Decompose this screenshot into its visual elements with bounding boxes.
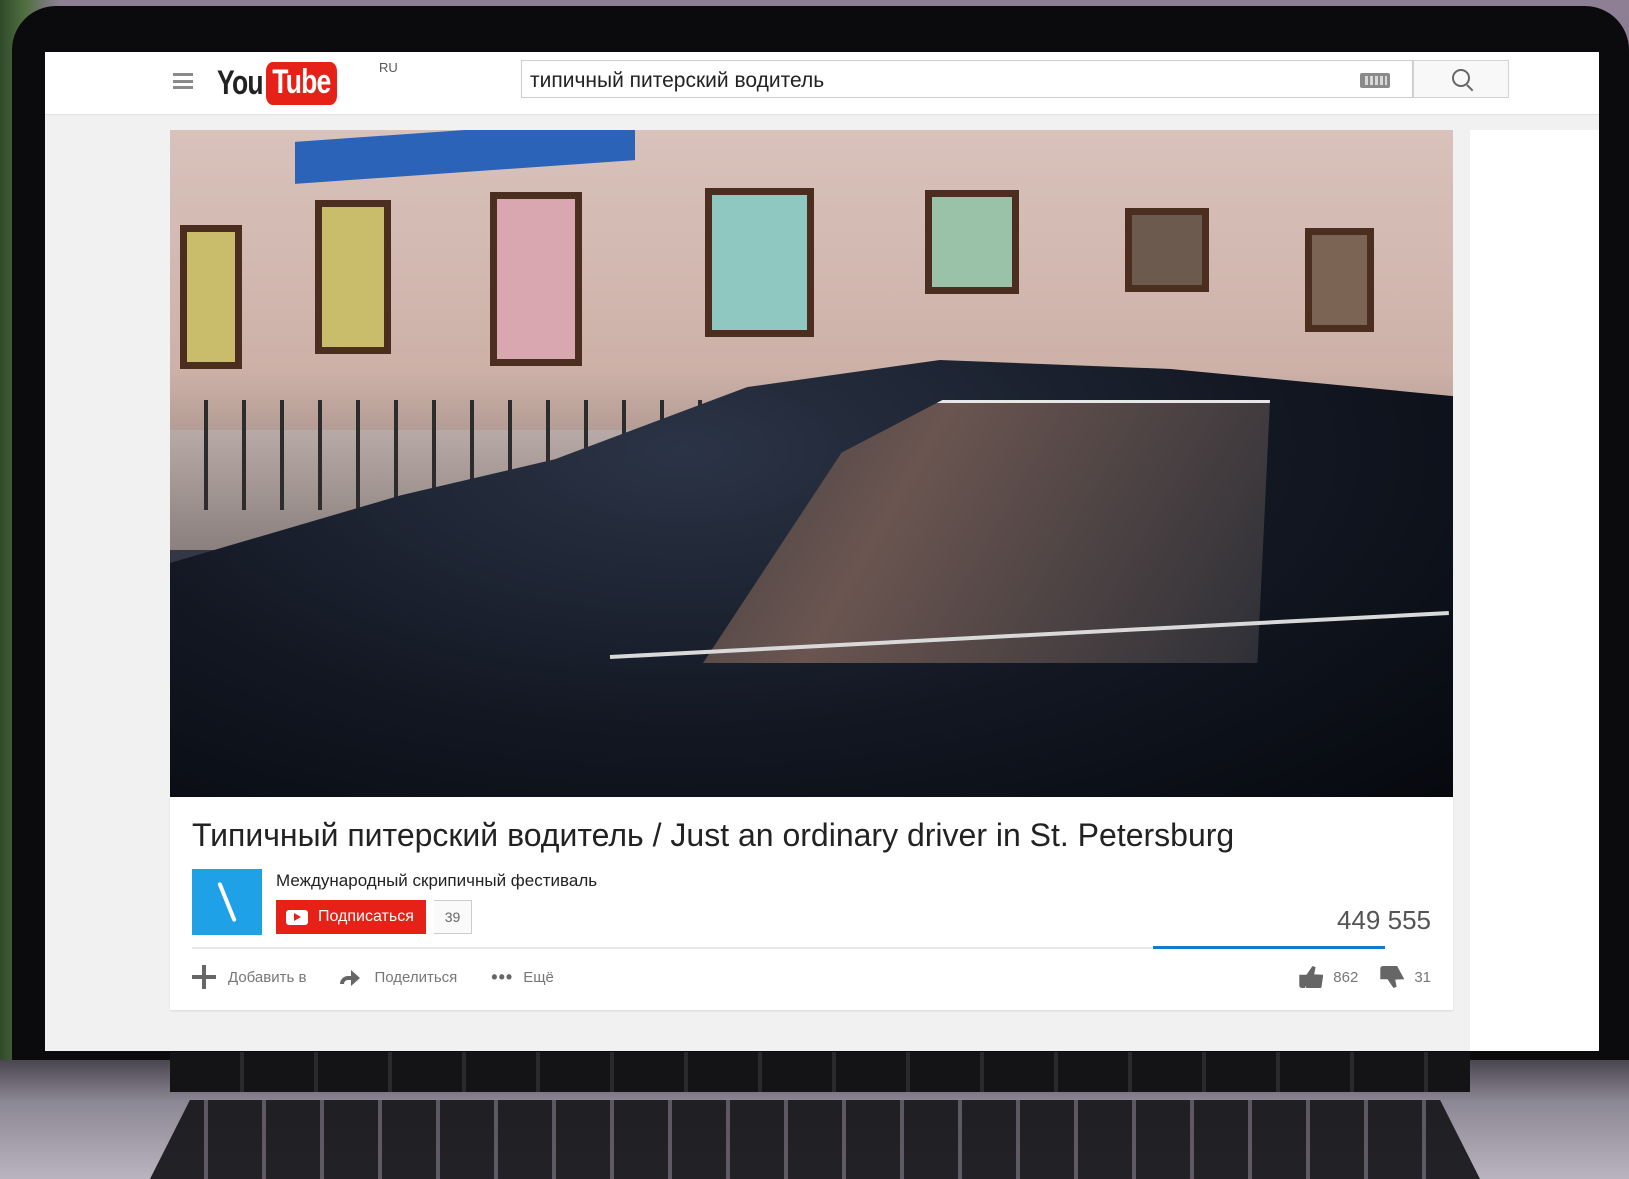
laptop-keyboard	[150, 1100, 1480, 1179]
share-icon	[340, 970, 361, 986]
browser-screen: You Tube RU Типичный питерский водитель …	[45, 52, 1599, 1051]
add-to-label: Добавить в	[228, 968, 307, 986]
thumbs-up-icon[interactable]	[1299, 966, 1324, 988]
logo-tube-text: Tube	[265, 61, 337, 105]
dislike-count: 31	[1414, 968, 1431, 986]
like-count: 862	[1333, 968, 1359, 986]
more-label: Ещё	[523, 968, 554, 986]
video-player[interactable]	[170, 130, 1453, 811]
search-box	[521, 60, 1413, 98]
video-frame-window	[180, 225, 242, 369]
keyboard-icon[interactable]	[1360, 73, 1390, 88]
video-frame-window	[315, 200, 391, 354]
sidebar-pane	[1470, 130, 1599, 1051]
share-label: Поделиться	[374, 968, 458, 986]
video-frame-window	[1125, 208, 1209, 292]
like-ratio-bar	[1153, 946, 1385, 949]
logo-you-text: You	[217, 63, 264, 102]
thumbs-down-icon[interactable]	[1380, 966, 1405, 988]
search-input[interactable]	[522, 61, 1322, 97]
search-button[interactable]	[1413, 60, 1509, 98]
video-frame-window	[1305, 228, 1374, 332]
add-to-button[interactable]: Добавить в	[192, 965, 306, 989]
subscribe-button[interactable]: Подписаться	[276, 900, 426, 934]
rating-bar: 862 31	[1299, 960, 1431, 994]
subscribe-label: Подписаться	[318, 908, 414, 925]
more-button[interactable]: ••• Ещё	[491, 967, 554, 988]
action-bar: Добавить в Поделиться ••• Ещё	[192, 960, 588, 994]
avatar-violin-icon	[217, 881, 237, 923]
share-button[interactable]: Поделиться	[340, 969, 457, 986]
play-icon	[286, 909, 308, 925]
video-frame-window	[705, 188, 814, 337]
region-label: RU	[379, 60, 398, 75]
view-count: 449 555	[1337, 905, 1431, 935]
video-frame-window	[490, 192, 582, 366]
video-frame-window	[925, 190, 1019, 294]
subscriber-count: 39	[434, 900, 472, 934]
laptop-hinge	[170, 1052, 1470, 1092]
video-title: Типичный питерский водитель / Just an or…	[192, 817, 1235, 853]
masthead: You Tube RU	[45, 52, 1599, 115]
video-info-panel: Типичный питерский водитель / Just an or…	[170, 797, 1453, 1010]
search-icon	[1452, 69, 1470, 87]
channel-avatar[interactable]	[192, 869, 262, 935]
youtube-logo[interactable]: You Tube	[217, 58, 356, 108]
channel-name-link[interactable]: Международный скрипичный фестиваль	[276, 871, 597, 891]
plus-icon	[192, 965, 216, 989]
more-icon: •••	[491, 966, 514, 987]
menu-icon[interactable]	[173, 73, 193, 89]
